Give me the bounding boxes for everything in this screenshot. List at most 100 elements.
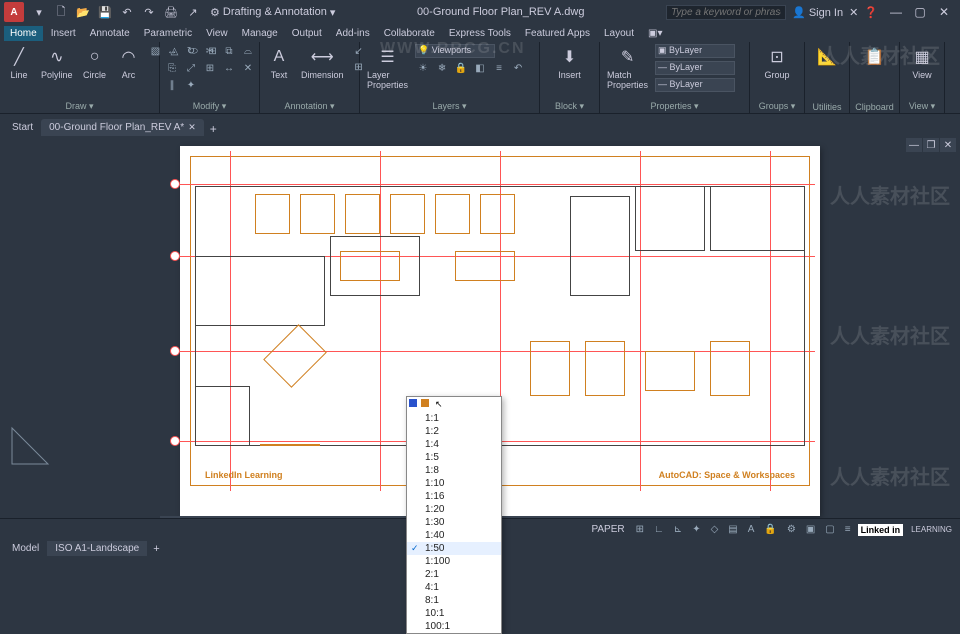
qat-print-icon[interactable]: 🖨 [162, 3, 180, 21]
tab-annotate[interactable]: Annotate [84, 26, 136, 41]
layer-properties-button[interactable]: ☰Layer Properties [364, 44, 411, 91]
fillet-icon[interactable]: ⌓ [240, 44, 256, 58]
copy-icon[interactable]: ⎘ [164, 61, 180, 75]
file-tab[interactable]: 00-Ground Floor Plan_REV A* ✕ [41, 119, 204, 136]
layer-lock-icon[interactable]: 🔒 [453, 61, 469, 75]
scale-option-4-1[interactable]: 4:1 [407, 581, 501, 594]
status-snap-icon[interactable]: ∟ [651, 524, 667, 535]
polyline-button[interactable]: ∿Polyline [38, 44, 76, 81]
scale-icon[interactable]: ⤢ [183, 61, 199, 75]
status-customize-icon[interactable]: ≡ [842, 524, 854, 535]
trim-icon[interactable]: ✂ [202, 44, 218, 58]
qat-save-icon[interactable]: 💾 [96, 3, 114, 21]
qat-share-icon[interactable]: ↗ [184, 3, 202, 21]
status-anno-icon[interactable]: A [745, 524, 758, 535]
scale-option-1-50[interactable]: 1:50 [407, 542, 501, 555]
scale-option-1-30[interactable]: 1:30 [407, 516, 501, 529]
scale-option-1-100[interactable]: 1:100 [407, 555, 501, 568]
panel-groups-title[interactable]: Groups ▾ [750, 100, 804, 113]
mirror-icon[interactable]: ⧉ [221, 44, 237, 58]
maximize-button[interactable]: ▢ [908, 5, 932, 19]
new-tab-button[interactable]: + [204, 122, 223, 136]
qat-redo-icon[interactable]: ↷ [140, 3, 158, 21]
drawing-area[interactable]: — ❐ ✕ [0, 136, 960, 516]
panel-layers-title[interactable]: Layers ▾ [360, 100, 539, 113]
dimension-button[interactable]: ⟷Dimension [298, 44, 347, 81]
status-clean-icon[interactable]: ▢ [822, 524, 837, 535]
view-button[interactable]: ▦View [904, 44, 940, 81]
scale-option-1-40[interactable]: 1:40 [407, 529, 501, 542]
offset-icon[interactable]: ∥ [164, 78, 180, 92]
paste-button[interactable]: 📋 [854, 44, 895, 70]
tab-insert[interactable]: Insert [45, 26, 82, 41]
scale-option-8-1[interactable]: 8:1 [407, 594, 501, 607]
tab-home[interactable]: Home [4, 26, 43, 41]
panel-clipboard-title[interactable]: Clipboard [850, 101, 899, 113]
lineweight-select[interactable]: — ByLayer [655, 61, 735, 75]
scale-lock-icon[interactable] [421, 399, 429, 407]
tab-featured-apps[interactable]: Featured Apps [519, 26, 596, 41]
scale-option-1-10[interactable]: 1:10 [407, 477, 501, 490]
scale-option-1-5[interactable]: 1:5 [407, 451, 501, 464]
panel-draw-title[interactable]: Draw ▾ [0, 100, 159, 113]
current-layer-select[interactable]: 💡 Viewports [415, 44, 495, 58]
layout-a1-tab[interactable]: ISO A1-Landscape [47, 541, 147, 556]
group-button[interactable]: ⊡Group [754, 44, 800, 81]
tab-express-tools[interactable]: Express Tools [443, 26, 517, 41]
layer-off-icon[interactable]: ☀ [415, 61, 431, 75]
close-tab-icon[interactable]: ✕ [188, 122, 196, 133]
drawing-restore-icon[interactable]: ❐ [923, 138, 939, 152]
layer-match-icon[interactable]: ≡ [491, 61, 507, 75]
start-tab[interactable]: Start [4, 119, 41, 136]
status-workspace-icon[interactable]: ⚙ [784, 524, 799, 535]
viewport-scale-dropdown[interactable]: ↖ 1:11:21:41:51:81:101:161:201:301:401:5… [406, 396, 502, 634]
scale-option-1-4[interactable]: 1:4 [407, 438, 501, 451]
arc-button[interactable]: ◠Arc [114, 44, 144, 81]
rotate-icon[interactable]: ↻ [183, 44, 199, 58]
model-tab[interactable]: Model [4, 541, 47, 556]
tab-manage[interactable]: Manage [236, 26, 284, 41]
qat-menu-icon[interactable]: ▾ [30, 3, 48, 21]
line-button[interactable]: ╱Line [4, 44, 34, 81]
scale-option-1-20[interactable]: 1:20 [407, 503, 501, 516]
qat-undo-icon[interactable]: ↶ [118, 3, 136, 21]
scale-option-100-1[interactable]: 100:1 [407, 620, 501, 633]
linetype-select[interactable]: — ByLayer [655, 78, 735, 92]
signin-button[interactable]: 👤 Sign In [792, 6, 843, 19]
qat-open-icon[interactable]: 📂 [74, 3, 92, 21]
status-hardware-icon[interactable]: ▣ [803, 524, 818, 535]
status-polar-icon[interactable]: ✦ [689, 524, 703, 535]
text-button[interactable]: AText [264, 44, 294, 81]
exchange-icon[interactable]: ✕ [849, 6, 858, 19]
minimize-button[interactable]: — [884, 5, 908, 19]
status-osnap-icon[interactable]: ◇ [708, 524, 722, 535]
scale-option-1-16[interactable]: 1:16 [407, 490, 501, 503]
circle-button[interactable]: ○Circle [80, 44, 110, 81]
explode-icon[interactable]: ✦ [183, 78, 199, 92]
tab-addins[interactable]: Add-ins [330, 26, 376, 41]
panel-modify-title[interactable]: Modify ▾ [160, 100, 259, 113]
layer-prev-icon[interactable]: ↶ [510, 61, 526, 75]
layer-iso-icon[interactable]: ◧ [472, 61, 488, 75]
scale-option-10-1[interactable]: 10:1 [407, 607, 501, 620]
move-icon[interactable]: ↔ [164, 44, 180, 58]
color-select[interactable]: ▣ ByLayer [655, 44, 735, 58]
help-icon[interactable]: ❓ [864, 6, 878, 19]
qat-new-icon[interactable]: 🗋 [52, 3, 70, 21]
panel-properties-title[interactable]: Properties ▾ [600, 100, 749, 113]
tab-collapse-icon[interactable]: ▣▾ [642, 26, 668, 41]
erase-icon[interactable]: ✕ [240, 61, 256, 75]
tab-view[interactable]: View [200, 26, 234, 41]
panel-annotation-title[interactable]: Annotation ▾ [260, 100, 359, 113]
utilities-button[interactable]: 📐 [809, 44, 845, 70]
tab-parametric[interactable]: Parametric [138, 26, 198, 41]
ucs-icon[interactable] [10, 426, 50, 466]
tab-output[interactable]: Output [286, 26, 328, 41]
panel-view-title[interactable]: View ▾ [900, 100, 944, 113]
array-icon[interactable]: ⊞ [202, 61, 218, 75]
scale-option-1-1[interactable]: 1:1 [407, 412, 501, 425]
tab-layout[interactable]: Layout [598, 26, 640, 41]
status-grid-icon[interactable]: ⊞ [633, 524, 647, 535]
tab-collaborate[interactable]: Collaborate [378, 26, 441, 41]
insert-block-button[interactable]: ⬇Insert [544, 44, 595, 81]
